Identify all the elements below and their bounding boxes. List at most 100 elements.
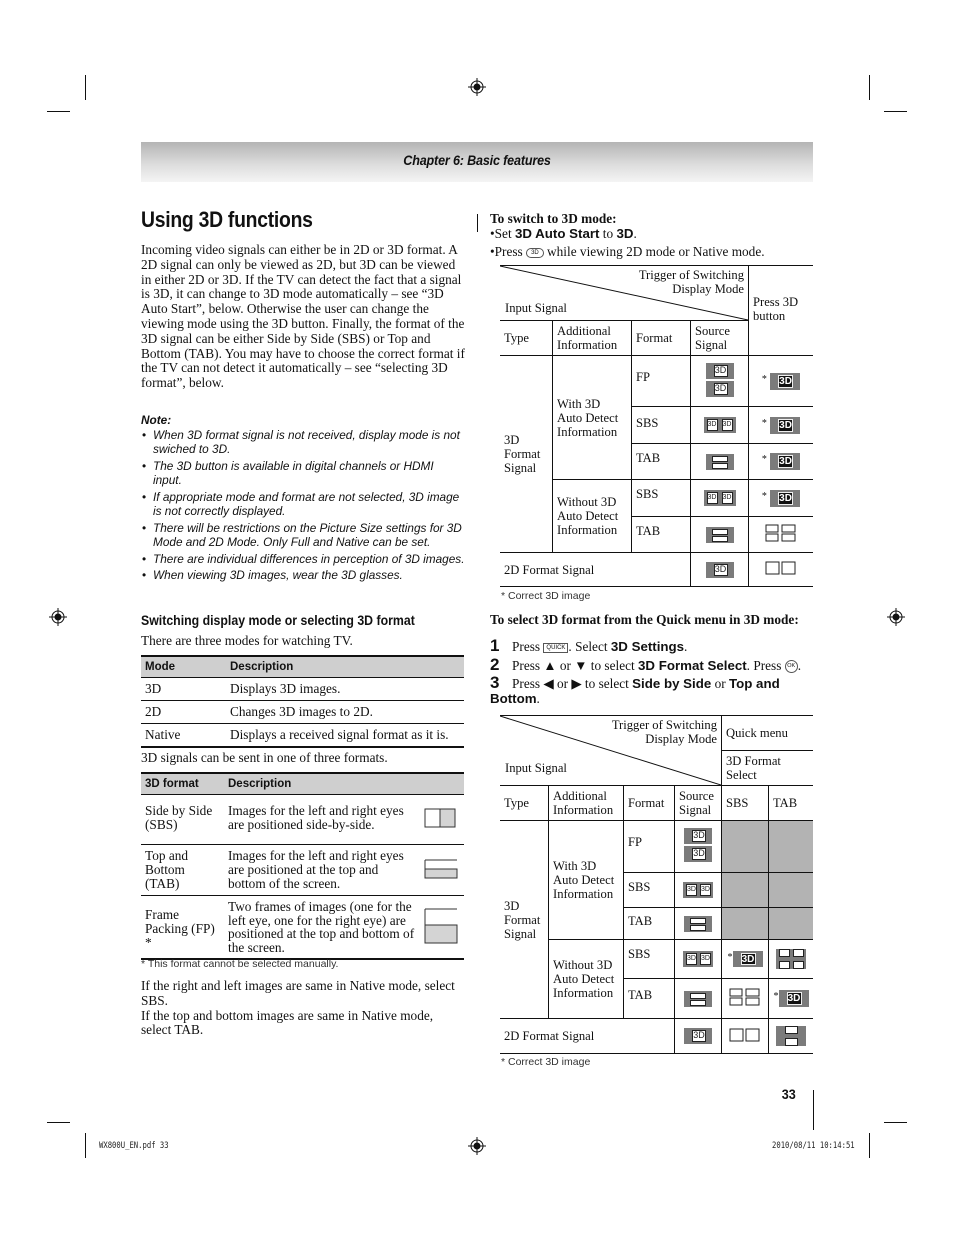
3d-result-icon: 3D [770, 372, 801, 390]
table1-footnote: * Correct 3D image [501, 590, 591, 602]
additional-info-cell: With 3D Auto Detect Information [552, 355, 632, 480]
text: . [536, 691, 540, 706]
input-signal-label: Input Signal [505, 301, 567, 315]
format-cell: FP [631, 355, 691, 407]
column-header: Description [226, 655, 464, 678]
description-cell: Two frames of images (one for the left e… [224, 895, 420, 960]
setting-value: 3D [616, 225, 634, 241]
icon-text [779, 949, 790, 957]
format-cell: SBS [623, 872, 675, 908]
tab-source-icon [684, 990, 712, 1007]
modes-intro: There are three modes for watching TV. [141, 633, 353, 648]
step-number: 2 [490, 655, 500, 674]
column-header: Type [500, 785, 549, 821]
trigger-label: Trigger of Switching Display Mode [638, 268, 744, 296]
column-header: SBS [721, 785, 769, 821]
unavailable-cell [768, 872, 813, 908]
text: Press [494, 243, 527, 259]
format-select-header: 3D Format Select [721, 750, 813, 786]
icon-text: 3D [778, 455, 794, 468]
table-row: Frame Packing (FP) * Two frames of image… [141, 895, 464, 960]
format-cell: TAB [631, 516, 691, 553]
format-cell: SBS [631, 479, 691, 517]
print-slug-file: WX800U_EN.pdf 33 [99, 1141, 169, 1151]
option-side-by-side: Side by Side [632, 676, 712, 691]
sbs-source-icon: 3D 3D [683, 882, 713, 899]
crop-mark [85, 75, 86, 100]
icon-text [785, 1026, 798, 1034]
column-header: 3D format [141, 772, 224, 795]
switch-bullet: •Press 3D while viewing 2D mode or Nativ… [490, 243, 765, 259]
icon-text: 3D [713, 364, 728, 377]
crop-mark [85, 1133, 86, 1158]
sbs-source-icon: 3D 3D [683, 951, 713, 968]
text: . [684, 639, 688, 654]
column-header: Description [224, 772, 464, 795]
icon-text: 3D [706, 492, 718, 505]
page-edge-line [813, 1090, 814, 1130]
format-cell: Top and Bottom (TAB) [141, 844, 224, 896]
icon-text: 3D [740, 953, 756, 966]
icon-text: 3D [721, 419, 733, 432]
table-row: 2D Format Signal 3D [500, 552, 813, 587]
table2-footnote: * Correct 3D image [501, 1056, 591, 1068]
unavailable-cell [768, 820, 813, 873]
icon-text [690, 999, 706, 1006]
unavailable-cell [721, 872, 769, 908]
switch-instructions: To switch to 3D mode: •Set 3D Auto Start… [490, 211, 820, 259]
additional-info-cell: Without 3D Auto Detect Information [548, 939, 624, 1019]
description-cell: Displays a received signal format as it … [226, 723, 464, 748]
crop-mark [884, 111, 907, 112]
note-item: There are individual differences in perc… [141, 552, 465, 567]
text: . Select [568, 639, 611, 654]
column-header: Mode [141, 655, 226, 678]
icon-text: 3D [692, 1030, 706, 1043]
fp-source-icon: 3D 3D [705, 362, 734, 397]
table-row: 3D Format Signal With 3D Auto Detect Inf… [500, 355, 813, 553]
description-cell: Displays 3D images. [226, 677, 464, 701]
3d-button-icon: 3D [526, 247, 544, 258]
tab-source-icon [684, 915, 712, 932]
input-signal-label: Input Signal [505, 761, 567, 775]
crop-mark [47, 111, 70, 112]
split-result-icon [776, 949, 806, 969]
format-cell: SBS [631, 406, 691, 444]
note-item: There will be restrictions on the Pictur… [141, 521, 465, 550]
step-number: 1 [490, 636, 500, 655]
icon-text [779, 961, 790, 969]
format-cell: SBS [623, 939, 675, 979]
crop-mark [869, 1133, 870, 1158]
icon-text: 3D [713, 382, 728, 395]
text: or [711, 676, 729, 691]
icon-text [711, 528, 728, 535]
2d-signal-cell: 2D Format Signal [500, 1018, 675, 1054]
icon-text: 3D [700, 953, 711, 966]
text: Press ▲ or ▼ to select [512, 658, 639, 673]
registration-mark-icon [468, 1137, 486, 1155]
2d-source-icon: 3D [705, 561, 734, 578]
icon-text: 3D [778, 491, 794, 505]
quick-heading: To select 3D format from the Quick menu … [490, 612, 799, 627]
format-cell: TAB [623, 907, 675, 940]
table-row: Top and Bottom (TAB) Images for the left… [141, 844, 464, 896]
text: . Press [746, 658, 785, 673]
note-item: The 3D button is available in digital ch… [141, 459, 465, 488]
icon-text [711, 455, 728, 462]
tab-source-icon [705, 453, 734, 470]
text: . [797, 658, 802, 673]
step-item: 2 Press ▲ or ▼ to select 3D Format Select… [490, 656, 820, 675]
mode-cell: 3D [141, 677, 226, 701]
icon-text: 3D [700, 884, 711, 897]
registration-mark-icon [468, 78, 486, 96]
chapter-header: Chapter 6: Basic features [141, 142, 813, 182]
correct-marker: * [761, 490, 767, 502]
mode-cell: 2D [141, 700, 226, 724]
crop-mark [47, 1122, 70, 1123]
note-item: When 3D format signal is not received, d… [141, 428, 465, 457]
additional-info-cell: With 3D Auto Detect Information [548, 820, 624, 940]
intro-paragraph: Incoming video signals can either be in … [141, 242, 465, 391]
trigger-label: Trigger of Switching Display Mode [611, 718, 717, 746]
icon-text [690, 917, 706, 924]
split-2d-result-icon [729, 1028, 760, 1041]
table-row: Side by Side (SBS) Images for the left a… [141, 794, 464, 845]
